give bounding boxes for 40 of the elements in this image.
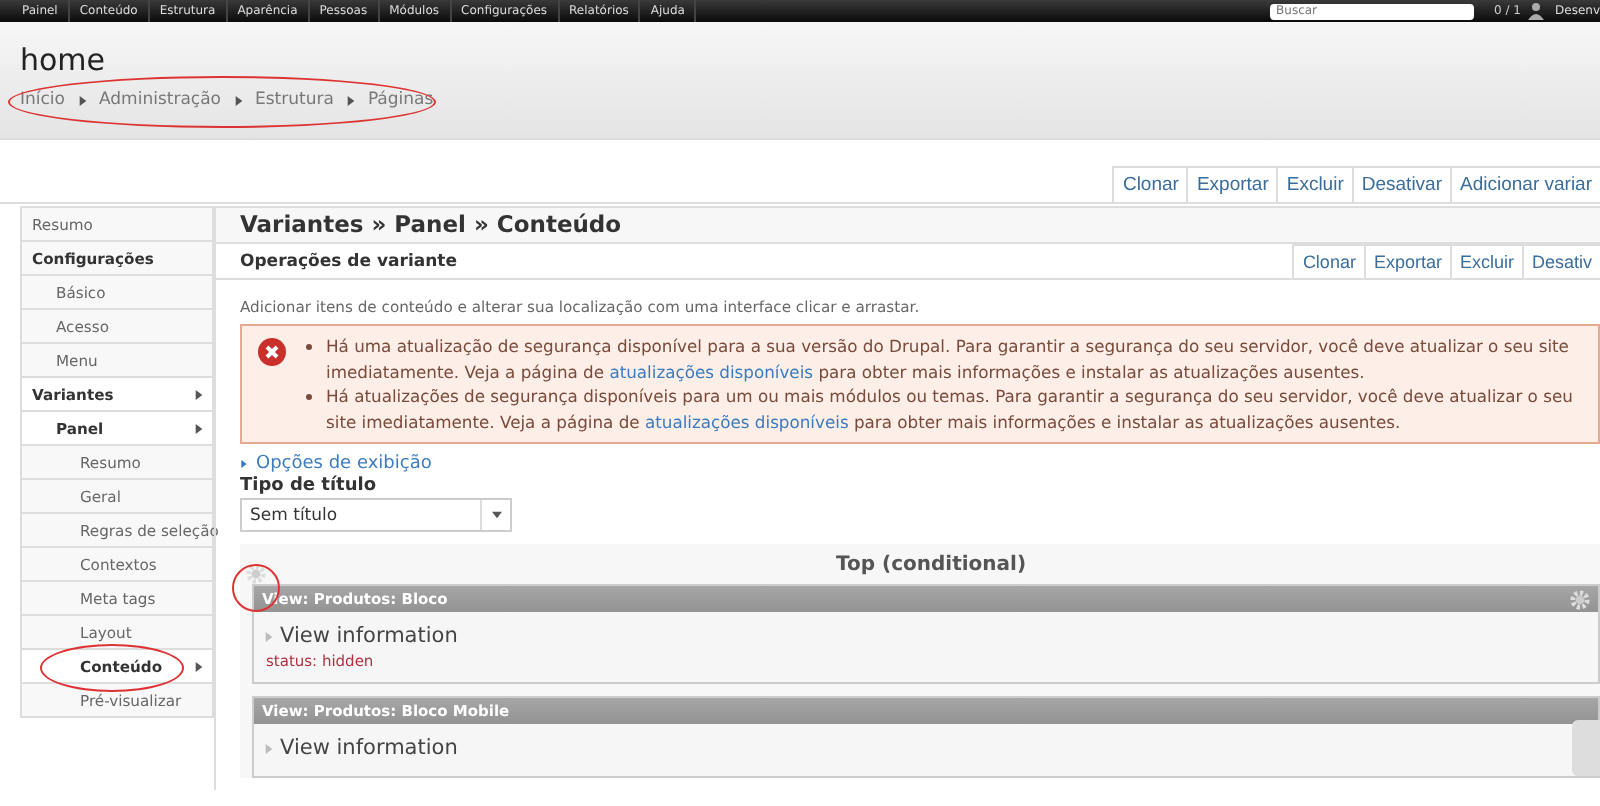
display-options-toggle[interactable]: Opções de exibição [240, 454, 432, 474]
updates-link[interactable]: atualizações disponíveis [609, 361, 814, 381]
expand-triangle-icon[interactable] [240, 460, 248, 468]
caret-icon[interactable] [194, 661, 204, 671]
action-button[interactable]: Excluir [1276, 166, 1352, 202]
action-button[interactable]: Clonar [1112, 166, 1187, 202]
region-title: Top (conditional) [836, 553, 1027, 575]
field-label: Tipo de título [240, 476, 379, 496]
updates-link[interactable]: atualizações disponíveis [644, 411, 849, 431]
view-information-toggle[interactable]: View information [280, 624, 458, 648]
action-button[interactable]: Adicionar variar [1450, 166, 1600, 202]
caret-icon[interactable] [194, 423, 204, 433]
error-text: Há atualizações de segurança disponíveis para um ou mais módulos ou temas. Para garantir a segurança do seu servidor, você deve atualizar o seu site imediatamente. Veja a página de atualizações disponíveis para obter mais informações e instalar as atualizações ausentes. [326, 384, 1575, 434]
view-information-toggle[interactable]: View information [280, 736, 458, 760]
breadcrumb-link[interactable]: Início [20, 90, 65, 110]
page-title: home [20, 40, 108, 78]
action-button[interactable]: Exportar [1363, 244, 1450, 278]
bullet-icon [306, 344, 312, 350]
annotation-ellipse [40, 644, 184, 692]
bullet-icon [306, 394, 312, 400]
operations-label: Operações de variante [238, 251, 459, 271]
breadcrumb-link[interactable]: Páginas [367, 90, 434, 110]
action-button[interactable]: Excluir [1449, 244, 1522, 278]
error-icon [258, 338, 286, 366]
breadcrumb-separator-icon[interactable] [345, 95, 356, 105]
action-button[interactable]: Desativ [1521, 244, 1600, 278]
breadcrumb-separator-icon[interactable] [233, 95, 243, 105]
action-button[interactable]: Desativar [1351, 166, 1450, 202]
title-type-select[interactable]: Sem título [240, 498, 512, 532]
action-button[interactable]: Exportar [1186, 166, 1277, 202]
gear-icon[interactable] [246, 564, 266, 584]
caret-icon[interactable] [194, 389, 204, 399]
breadcrumb-separator-icon[interactable] [77, 95, 87, 105]
breadcrumb-link[interactable]: Estrutura [255, 90, 334, 110]
user-icon[interactable] [1527, 2, 1544, 20]
dropdown-arrow-icon[interactable] [492, 510, 502, 520]
section-title: Variantes » Panel » Conteúdo [216, 206, 1600, 244]
error-text: Há uma atualização de segurança disponível para a sua versão do Drupal. Para garantir a segurança do seu servidor, você deve atualizar o seu site imediatamente. Veja a página de atualizações disponíveis para obter mais informações e instalar as atualizações ausentes. [326, 334, 1571, 384]
breadcrumb-link[interactable]: Administração [99, 90, 221, 110]
action-button[interactable]: Clonar [1292, 244, 1364, 278]
